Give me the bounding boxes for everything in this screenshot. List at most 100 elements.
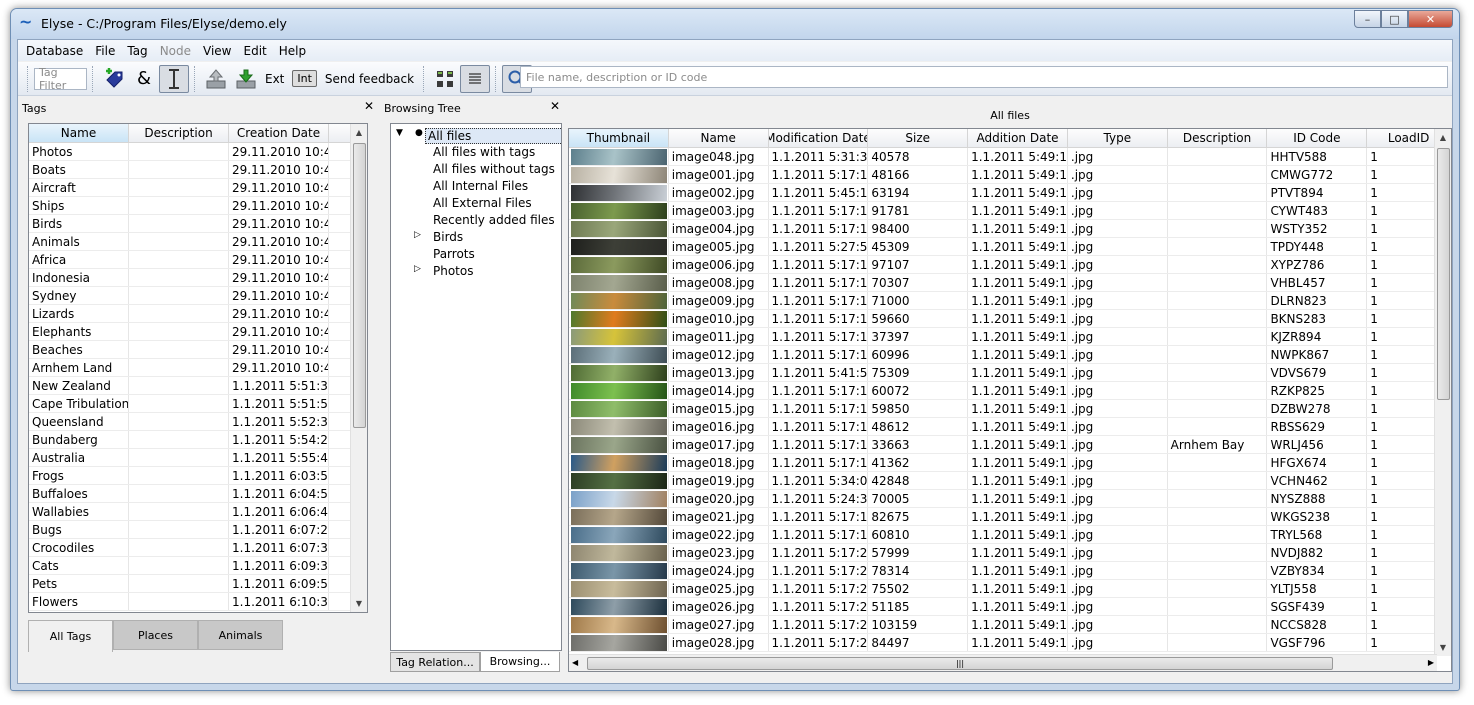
- add-tag-button[interactable]: [99, 65, 129, 93]
- search-input[interactable]: File name, description or ID code: [520, 66, 1448, 88]
- tag-row[interactable]: Frogs 1.1.2011 6:03:57: [29, 467, 367, 485]
- tag-row[interactable]: Sydney 29.11.2010 10:4...: [29, 287, 367, 305]
- tag-filter-input[interactable]: Tag Filter: [34, 66, 87, 92]
- close-browsing-tree-button[interactable]: ✕: [550, 99, 560, 113]
- tag-row[interactable]: Wallabies 1.1.2011 6:06:47: [29, 503, 367, 521]
- tag-row[interactable]: Pets 1.1.2011 6:09:50: [29, 575, 367, 593]
- tab-animals[interactable]: Animals: [198, 620, 283, 650]
- tag-row[interactable]: Animals 29.11.2010 10:4...: [29, 233, 367, 251]
- menu-tag[interactable]: Tag: [121, 44, 153, 58]
- tag-row[interactable]: Boats 29.11.2010 10:4...: [29, 161, 367, 179]
- menu-database[interactable]: Database: [20, 44, 89, 58]
- file-row[interactable]: image010.jpg 1.1.2011 5:17:15 59660 1.1.201…: [569, 310, 1451, 328]
- file-row[interactable]: image015.jpg 1.1.2011 5:17:17 59850 1.1.201…: [569, 400, 1451, 418]
- tag-row[interactable]: Crocodiles 1.1.2011 6:07:32: [29, 539, 367, 557]
- file-row[interactable]: image006.jpg 1.1.2011 5:17:13 97107 1.1.201…: [569, 256, 1451, 274]
- tree-item-parrots[interactable]: Parrots: [433, 247, 475, 261]
- tag-row[interactable]: Aircraft 29.11.2010 10:4...: [29, 179, 367, 197]
- scroll-down-icon[interactable]: ▼: [351, 595, 367, 612]
- file-row[interactable]: image004.jpg 1.1.2011 5:17:12 98400 1.1.201…: [569, 220, 1451, 238]
- file-row[interactable]: image027.jpg 1.1.2011 5:17:21 103159 1.1.20…: [569, 616, 1451, 634]
- list-view-button[interactable]: [460, 64, 491, 93]
- menu-node[interactable]: Node: [154, 44, 197, 58]
- scroll-thumb[interactable]: |||: [587, 657, 1333, 670]
- column-header-description[interactable]: Description: [129, 124, 229, 142]
- tab-all-tags[interactable]: All Tags: [28, 620, 113, 652]
- tree-item-all-internal-files[interactable]: All Internal Files: [433, 179, 528, 193]
- menu-file[interactable]: File: [89, 44, 121, 58]
- file-row[interactable]: image002.jpg 1.1.2011 5:45:17 63194 1.1.201…: [569, 184, 1451, 202]
- file-row[interactable]: image020.jpg 1.1.2011 5:24:37 70005 1.1.201…: [569, 490, 1451, 508]
- tag-row[interactable]: Africa 29.11.2010 10:4...: [29, 251, 367, 269]
- tag-row[interactable]: Photos 29.11.2010 10:4...: [29, 143, 367, 161]
- column-header-thumbnail[interactable]: Thumbnail: [569, 129, 669, 147]
- export-button[interactable]: [201, 65, 231, 93]
- file-row[interactable]: image048.jpg 1.1.2011 5:31:37 40578 1.1.201…: [569, 148, 1451, 166]
- file-row[interactable]: image009.jpg 1.1.2011 5:17:14 71000 1.1.201…: [569, 292, 1451, 310]
- tag-row[interactable]: Elephants 29.11.2010 10:4...: [29, 323, 367, 341]
- tag-row[interactable]: Flowers 1.1.2011 6:10:36: [29, 593, 367, 611]
- scroll-thumb[interactable]: [353, 143, 366, 428]
- scroll-right-icon[interactable]: ▶: [1428, 658, 1434, 667]
- scroll-up-icon[interactable]: ▲: [1435, 129, 1451, 146]
- tag-row[interactable]: Beaches 29.11.2010 10:4...: [29, 341, 367, 359]
- menu-edit[interactable]: Edit: [238, 44, 273, 58]
- tree-item-photos[interactable]: Photos: [433, 264, 473, 278]
- column-header-description[interactable]: Description: [1168, 129, 1268, 147]
- text-cursor-button[interactable]: [159, 64, 189, 93]
- tree-item-all-files-without-tags[interactable]: All files without tags: [433, 162, 555, 176]
- column-header-modification-date[interactable]: Modification Date: [769, 129, 869, 147]
- column-header-size[interactable]: Size: [868, 129, 969, 147]
- file-row[interactable]: image028.jpg 1.1.2011 5:17:21 84497 1.1.201…: [569, 634, 1451, 652]
- tab-tag-relation[interactable]: Tag Relation...: [390, 652, 480, 672]
- tree-item-birds[interactable]: Birds: [433, 230, 463, 244]
- scroll-thumb[interactable]: [1437, 148, 1450, 400]
- column-header-type[interactable]: Type: [1068, 129, 1168, 147]
- file-row[interactable]: image016.jpg 1.1.2011 5:17:17 48612 1.1.201…: [569, 418, 1451, 436]
- file-row[interactable]: image013.jpg 1.1.2011 5:41:54 75309 1.1.201…: [569, 364, 1451, 382]
- file-row[interactable]: image026.jpg 1.1.2011 5:17:20 51185 1.1.201…: [569, 598, 1451, 616]
- send-feedback-button[interactable]: Send feedback: [321, 72, 418, 86]
- tag-row[interactable]: Australia 1.1.2011 5:55:48: [29, 449, 367, 467]
- expanded-arrow-icon[interactable]: ▼: [396, 128, 403, 138]
- tag-row[interactable]: Cape Tribulation 1.1.2011 5:51:59: [29, 395, 367, 413]
- column-header-name[interactable]: Name: [29, 124, 129, 142]
- thumbnail-view-button[interactable]: [430, 65, 460, 93]
- file-row[interactable]: image024.jpg 1.1.2011 5:17:20 78314 1.1.201…: [569, 562, 1451, 580]
- scroll-up-icon[interactable]: ▲: [351, 124, 367, 141]
- file-row[interactable]: image003.jpg 1.1.2011 5:17:12 91781 1.1.201…: [569, 202, 1451, 220]
- file-row[interactable]: image018.jpg 1.1.2011 5:17:18 41362 1.1.201…: [569, 454, 1451, 472]
- tag-row[interactable]: Bundaberg 1.1.2011 5:54:29: [29, 431, 367, 449]
- tag-row[interactable]: Ships 29.11.2010 10:4...: [29, 197, 367, 215]
- column-header-name[interactable]: Name: [669, 129, 769, 147]
- tag-row[interactable]: Arnhem Land 29.11.2010 10:4...: [29, 359, 367, 377]
- collapsed-arrow-icon[interactable]: ▷: [414, 264, 421, 274]
- files-vertical-scrollbar[interactable]: ▲ ▼: [1434, 129, 1451, 656]
- tab-browsing[interactable]: Browsing...: [480, 652, 560, 672]
- tag-row[interactable]: Indonesia 29.11.2010 10:4...: [29, 269, 367, 287]
- collapsed-arrow-icon[interactable]: ▷: [414, 230, 421, 240]
- file-row[interactable]: image022.jpg 1.1.2011 5:17:19 60810 1.1.201…: [569, 526, 1451, 544]
- ext-toggle[interactable]: Ext: [261, 72, 288, 86]
- column-header-creation-date[interactable]: Creation Date: [229, 124, 329, 142]
- file-row[interactable]: image005.jpg 1.1.2011 5:27:57 45309 1.1.201…: [569, 238, 1451, 256]
- tree-item-all-files[interactable]: All files: [425, 128, 561, 144]
- column-header-id-code[interactable]: ID Code: [1267, 129, 1368, 147]
- file-row[interactable]: image014.jpg 1.1.2011 5:17:16 60072 1.1.201…: [569, 382, 1451, 400]
- file-row[interactable]: image021.jpg 1.1.2011 5:17:19 82675 1.1.201…: [569, 508, 1451, 526]
- files-horizontal-scrollbar[interactable]: ◀ ||| ▶: [569, 654, 1437, 671]
- file-row[interactable]: image012.jpg 1.1.2011 5:17:16 60996 1.1.201…: [569, 346, 1451, 364]
- menu-help[interactable]: Help: [273, 44, 312, 58]
- tag-row[interactable]: Buffaloes 1.1.2011 6:04:52: [29, 485, 367, 503]
- scroll-left-icon[interactable]: ◀: [572, 658, 578, 667]
- maximize-button[interactable]: □: [1381, 10, 1408, 28]
- column-header-addition-date[interactable]: Addition Date: [968, 129, 1068, 147]
- file-row[interactable]: image011.jpg 1.1.2011 5:17:15 37397 1.1.201…: [569, 328, 1451, 346]
- tag-row[interactable]: Birds 29.11.2010 10:4...: [29, 215, 367, 233]
- tree-item-recently-added-files[interactable]: Recently added files: [433, 213, 555, 227]
- close-window-button[interactable]: ✕: [1408, 10, 1453, 28]
- minimize-button[interactable]: –: [1354, 10, 1381, 28]
- import-button[interactable]: [231, 65, 261, 93]
- tag-row[interactable]: Bugs 1.1.2011 6:07:20: [29, 521, 367, 539]
- file-row[interactable]: image008.jpg 1.1.2011 5:17:14 70307 1.1.201…: [569, 274, 1451, 292]
